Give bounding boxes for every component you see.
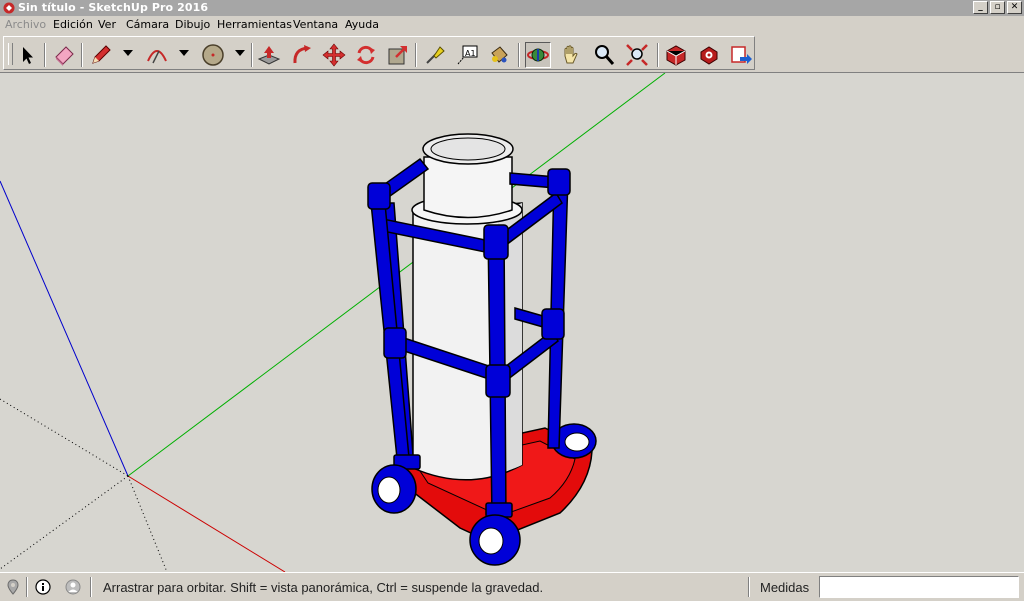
- shape-dropdown-arrow[interactable]: [235, 50, 245, 56]
- pan-tool-button[interactable]: [558, 42, 584, 68]
- blue-axis: [0, 180, 129, 477]
- menu-ayuda[interactable]: Ayuda: [345, 18, 379, 32]
- fitting-mid-left: [383, 327, 407, 359]
- toolbar-area: A1: [0, 34, 1024, 73]
- menu-edicion[interactable]: Edición: [53, 18, 93, 32]
- window-title: Sin título - SketchUp Pro 2016: [18, 1, 209, 14]
- toolbar-separator: [415, 43, 417, 67]
- extension-warehouse-tool-button[interactable]: [696, 42, 722, 68]
- close-button[interactable]: ✕: [1007, 1, 1022, 14]
- menu-archivo[interactable]: Archivo: [5, 18, 46, 32]
- rotate-icon: [357, 45, 375, 65]
- fitting-mid-back-right: [541, 308, 565, 340]
- toolbar-separator: [44, 43, 46, 67]
- push-pull-tool-button[interactable]: [256, 42, 282, 68]
- toolbar-separator: [657, 43, 659, 67]
- orbit-icon: [527, 48, 549, 62]
- fitting-mid-front: [485, 364, 511, 398]
- circle-shape-icon: [202, 44, 224, 66]
- restore-button[interactable]: ▫: [990, 1, 1005, 14]
- hidden-axis-blue: [127, 475, 168, 573]
- model-canvas[interactable]: [0, 72, 1024, 573]
- shape-tool-button[interactable]: [200, 42, 226, 68]
- text-tool-glyph: A1: [465, 49, 476, 58]
- menu-ventana[interactable]: Ventana: [293, 18, 338, 32]
- wheel-front-left-hub: [377, 476, 401, 504]
- eraser-icon: [55, 46, 74, 66]
- wheel-back-right-hub: [564, 432, 590, 452]
- pencil-tool-button[interactable]: [88, 42, 114, 68]
- scale-tool-button[interactable]: [385, 42, 411, 68]
- pencil-icon: [92, 45, 111, 64]
- menu-dibujo[interactable]: Dibujo: [175, 18, 210, 32]
- tape-measure-tool-button[interactable]: [422, 42, 448, 68]
- push-pull-icon: [257, 46, 281, 65]
- move-arrows-icon: [322, 43, 346, 67]
- main-toolbar: A1: [3, 36, 755, 70]
- scale-icon: [388, 46, 407, 65]
- toolbar-separator: [251, 43, 253, 67]
- window-controls: _ ▫ ✕: [973, 1, 1022, 14]
- cylinder-top-opening: [430, 137, 506, 161]
- geolocation-icon[interactable]: [5, 579, 21, 595]
- fitting-top-back-right: [547, 168, 571, 196]
- hidden-axis-red: [0, 398, 129, 477]
- arc-icon: [147, 50, 167, 64]
- status-bar: Arrastrar para orbitar. Shift = vista pa…: [0, 572, 1024, 601]
- follow-me-tool-button[interactable]: [289, 42, 315, 68]
- toolbar-grip[interactable]: [8, 43, 13, 65]
- fitting-top-front-right: [483, 224, 509, 260]
- pan-hand-icon: [564, 45, 578, 64]
- warehouse-tool-button[interactable]: [663, 42, 689, 68]
- status-separator: [26, 577, 28, 597]
- zoom-extents-tool-button[interactable]: [624, 42, 650, 68]
- paint-bucket-icon: [491, 46, 508, 63]
- orbit-tool-button[interactable]: [525, 42, 551, 68]
- extension-warehouse-icon: [700, 46, 718, 65]
- model-viewport[interactable]: [0, 72, 1024, 573]
- wheel-front-right-hub: [478, 527, 504, 555]
- zoom-magnifier-icon: [595, 45, 615, 65]
- minimize-button[interactable]: _: [973, 1, 988, 14]
- zoom-tool-button[interactable]: [591, 42, 617, 68]
- status-hint-text: Arrastrar para orbitar. Shift = vista pa…: [103, 580, 544, 595]
- tape-measure-icon: [426, 46, 445, 64]
- select-tool-button[interactable]: [14, 42, 40, 68]
- move-tool-button[interactable]: [321, 42, 347, 68]
- cylinder-top-tube: [423, 156, 513, 219]
- toolbar-separator: [518, 43, 520, 67]
- title-bar: Sin título - SketchUp Pro 2016 _ ▫ ✕: [0, 0, 1024, 16]
- paint-bucket-tool-button[interactable]: [486, 42, 512, 68]
- measurements-input[interactable]: [819, 576, 1019, 598]
- menu-ver[interactable]: Ver: [98, 18, 116, 32]
- user-account-icon[interactable]: [65, 579, 81, 595]
- arc-tool-button[interactable]: [144, 42, 170, 68]
- menu-bar: Archivo Edición Ver Cámara Dibujo Herram…: [0, 16, 1024, 34]
- zoom-extents-icon: [626, 44, 648, 66]
- fitting-top-left: [367, 182, 391, 210]
- status-separator: [748, 577, 750, 597]
- credits-info-icon[interactable]: [35, 579, 51, 595]
- hidden-axis-green: [0, 475, 129, 570]
- menu-herramientas[interactable]: Herramientas: [217, 18, 292, 32]
- text-tool-button[interactable]: A1: [454, 42, 480, 68]
- arc-dropdown-arrow[interactable]: [179, 50, 189, 56]
- toolbar-separator: [81, 43, 83, 67]
- eraser-tool-button[interactable]: [51, 42, 77, 68]
- measurements-label: Medidas: [760, 580, 810, 595]
- sketchup-app-icon: [3, 2, 15, 14]
- share-model-tool-button[interactable]: [728, 42, 754, 68]
- menu-camara[interactable]: Cámara: [126, 18, 169, 32]
- select-arrow-icon: [23, 47, 33, 64]
- share-model-icon: [731, 46, 752, 64]
- follow-me-icon: [293, 45, 311, 64]
- red-axis: [127, 475, 286, 573]
- status-separator: [90, 577, 92, 597]
- rotate-tool-button[interactable]: [353, 42, 379, 68]
- trolley-model[interactable]: [367, 133, 597, 566]
- pencil-dropdown-arrow[interactable]: [123, 50, 133, 56]
- 3d-warehouse-icon: [666, 45, 686, 66]
